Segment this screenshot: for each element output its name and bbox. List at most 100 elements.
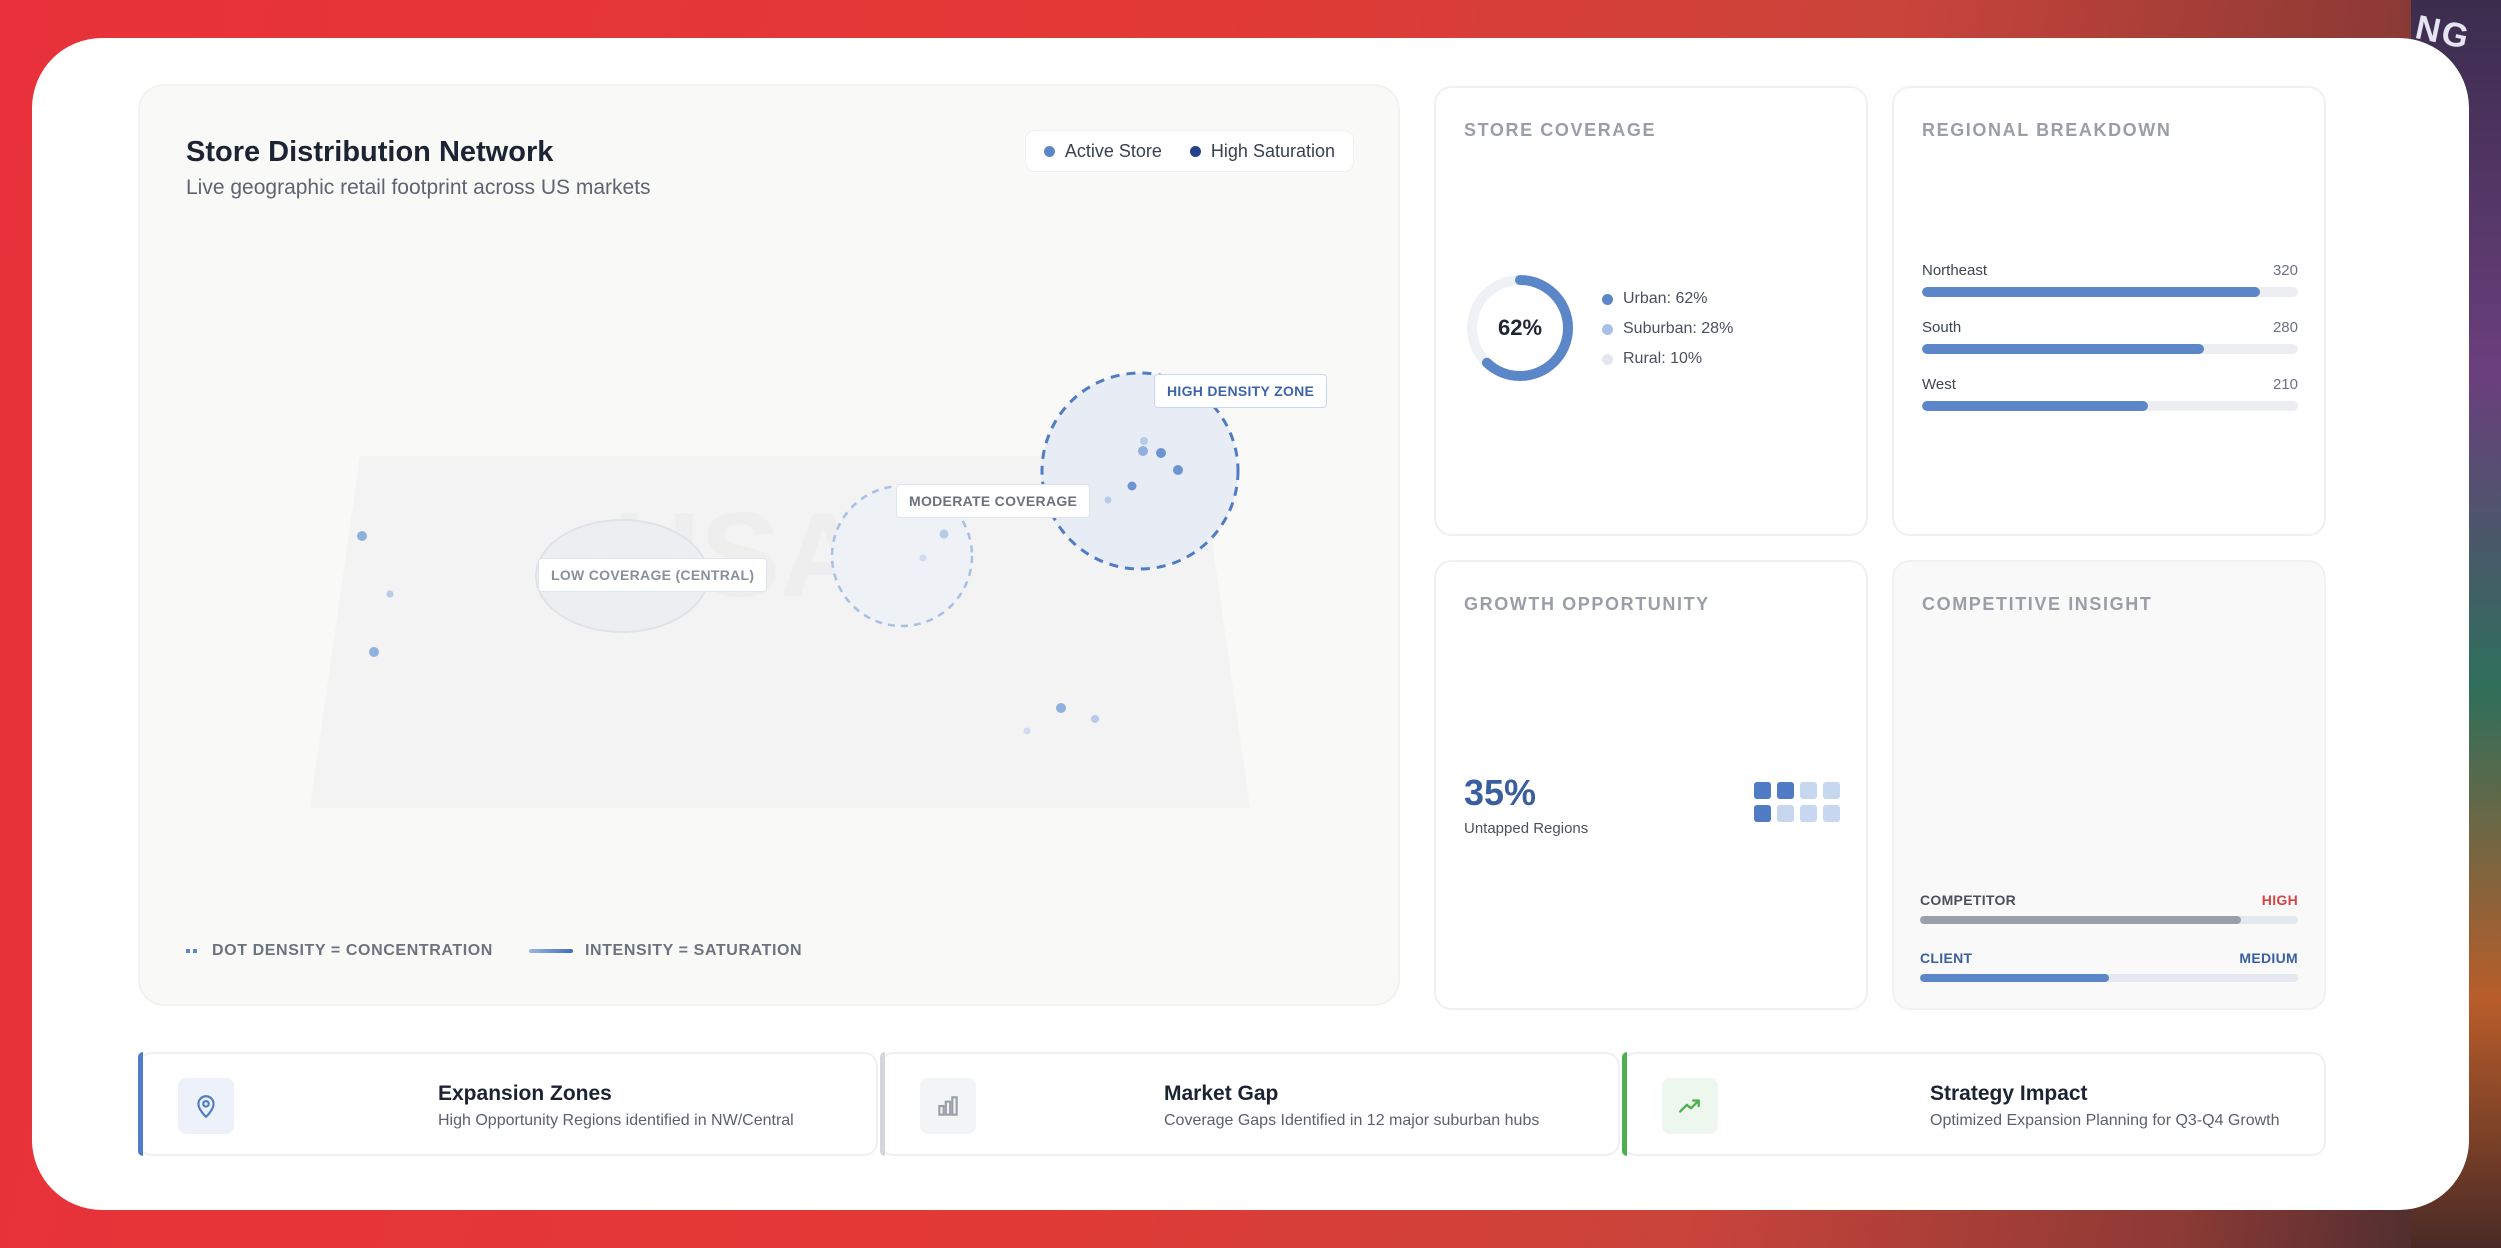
store-dot (1056, 703, 1066, 713)
competitive-insight-title: COMPETITIVE INSIGHT (1922, 594, 2153, 614)
client-level: MEDIUM (2239, 950, 2298, 966)
store-dot (357, 531, 367, 541)
map-pin-icon (178, 1078, 234, 1134)
intensity-key: INTENSITY = SATURATION (528, 942, 803, 960)
gradient-line-icon (528, 949, 573, 953)
region-bar-track (1922, 401, 2298, 411)
coverage-item-rural: Rural: 10% (1602, 350, 1733, 368)
region-bar-track (1922, 287, 2298, 297)
region-name: West (1922, 376, 1956, 393)
kpi-subtitle: High Opportunity Regions identified in N… (438, 1112, 794, 1129)
store-dot (1138, 446, 1148, 456)
intensity-label: INTENSITY = SATURATION (584, 942, 803, 959)
client-label: CLIENT (1920, 950, 1973, 966)
kpi-text: Expansion Zones High Opportunity Regions… (438, 1082, 794, 1130)
growth-opportunity-card: GROWTH OPPORTUNITY 35% Untapped Regions (1434, 560, 1868, 1010)
client-row: CLIENT MEDIUM (1920, 950, 2298, 982)
kpi-title: Market Gap (1164, 1082, 1279, 1105)
bar-chart-icon (920, 1078, 976, 1134)
us-map-visual: USA (310, 371, 1250, 808)
store-coverage-title: STORE COVERAGE (1464, 120, 1657, 140)
client-bar-track (1920, 974, 2298, 982)
legend-active-label: Active Store (1064, 140, 1162, 161)
map-subtitle: Live geographic retail footprint across … (186, 176, 651, 199)
store-distribution-card: USA Store Distribution Network Live geog… (138, 84, 1400, 1006)
urban-dot-icon (1602, 293, 1613, 305)
high-saturation-dot-icon (1189, 145, 1201, 157)
map-title: Store Distribution Network (186, 136, 554, 168)
competitor-label: COMPETITOR (1920, 892, 2017, 908)
region-row-northeast: Northeast 320 (1922, 262, 2298, 297)
legend-active-store: Active Store (1043, 140, 1162, 162)
store-dot (919, 554, 927, 562)
competitor-level: HIGH (2261, 892, 2298, 908)
competitive-bars: COMPETITOR HIGH CLIENT MEDIUM (1920, 892, 2298, 982)
kpi-accent-bar (880, 1052, 885, 1156)
coverage-item-label: Rural: 10% (1623, 350, 1703, 367)
region-row-south: South 280 (1922, 319, 2298, 354)
kpi-card-market-gap[interactable]: Market Gap Coverage Gaps Identified in 1… (880, 1052, 1620, 1156)
store-dot (386, 590, 394, 598)
competitor-bar-fill (1920, 916, 2242, 924)
rural-dot-icon (1602, 353, 1613, 365)
competitor-bar-track (1920, 916, 2298, 924)
opportunity-grid-icon (1754, 782, 1840, 822)
kpi-card-strategy-impact[interactable]: Strategy Impact Optimized Expansion Plan… (1622, 1052, 2326, 1156)
coverage-item-suburban: Suburban: 28% (1602, 320, 1733, 338)
store-dot (1023, 727, 1031, 735)
moderate-coverage-label: MODERATE COVERAGE (896, 484, 1091, 518)
coverage-breakdown-list: Urban: 62% Suburban: 28% Rural: 10% (1602, 290, 1733, 368)
dot-density-key: DOT DENSITY = CONCENTRATION (186, 942, 493, 960)
legend-saturation-label: High Saturation (1210, 140, 1335, 161)
suburban-dot-icon (1602, 323, 1613, 335)
store-dot (1173, 465, 1183, 475)
dashboard-canvas: USA Store Distribution Network Live geog… (32, 38, 2469, 1210)
region-name: South (1922, 319, 1962, 336)
region-bar-track (1922, 344, 2298, 354)
store-dot (1104, 496, 1112, 504)
kpi-card-expansion-zones[interactable]: Expansion Zones High Opportunity Regions… (138, 1052, 878, 1156)
store-dot (1091, 715, 1099, 723)
region-row-west: West 210 (1922, 376, 2298, 411)
region-bar-fill (1922, 344, 2204, 354)
low-coverage-label: LOW COVERAGE (CENTRAL) (538, 558, 768, 592)
kpi-subtitle: Optimized Expansion Planning for Q3-Q4 G… (1930, 1112, 2280, 1129)
growth-value: 35% (1464, 772, 1537, 813)
kpi-accent-bar (138, 1052, 143, 1156)
competitor-row: COMPETITOR HIGH (1920, 892, 2298, 924)
kpi-subtitle: Coverage Gaps Identified in 12 major sub… (1164, 1112, 1540, 1129)
client-bar-fill (1920, 974, 2109, 982)
store-coverage-card: STORE COVERAGE 62% Urban: 62% Suburban: … (1434, 86, 1868, 536)
kpi-text: Strategy Impact Optimized Expansion Plan… (1930, 1082, 2280, 1130)
regional-breakdown-title: REGIONAL BREAKDOWN (1922, 120, 2172, 140)
trending-up-icon (1662, 1078, 1718, 1134)
coverage-item-urban: Urban: 62% (1602, 290, 1733, 308)
regional-bars: Northeast 320 South 280 West 210 (1922, 262, 2298, 411)
legend-high-saturation: High Saturation (1189, 140, 1335, 162)
growth-label: Untapped Regions (1464, 820, 1589, 837)
kpi-accent-bar (1622, 1052, 1627, 1156)
high-density-zone-label: HIGH DENSITY ZONE (1154, 374, 1328, 408)
competitive-insight-card: COMPETITIVE INSIGHT COMPETITOR HIGH CLIE… (1892, 560, 2326, 1010)
dot-density-label: DOT DENSITY = CONCENTRATION (212, 942, 493, 959)
store-dot (939, 529, 949, 539)
region-value: 320 (2272, 262, 2298, 279)
coverage-percent: 62% (1497, 315, 1543, 340)
active-store-dot-icon (1043, 145, 1055, 157)
region-value: 280 (2272, 319, 2298, 336)
coverage-item-label: Urban: 62% (1623, 290, 1708, 307)
store-dot (1156, 448, 1166, 458)
growth-opportunity-title: GROWTH OPPORTUNITY (1464, 594, 1710, 614)
kpi-text: Market Gap Coverage Gaps Identified in 1… (1164, 1082, 1539, 1130)
region-bar-fill (1922, 287, 2261, 297)
region-name: Northeast (1922, 262, 1988, 279)
region-value: 210 (2272, 376, 2298, 393)
kpi-title: Expansion Zones (438, 1082, 612, 1105)
coverage-item-label: Suburban: 28% (1623, 320, 1734, 337)
dashed-line-icon (186, 949, 200, 953)
regional-breakdown-card: REGIONAL BREAKDOWN Northeast 320 South 280… (1892, 86, 2326, 536)
store-dot (1127, 481, 1137, 491)
store-dot (1140, 437, 1148, 445)
region-bar-fill (1922, 401, 2148, 411)
kpi-title: Strategy Impact (1930, 1082, 2088, 1105)
